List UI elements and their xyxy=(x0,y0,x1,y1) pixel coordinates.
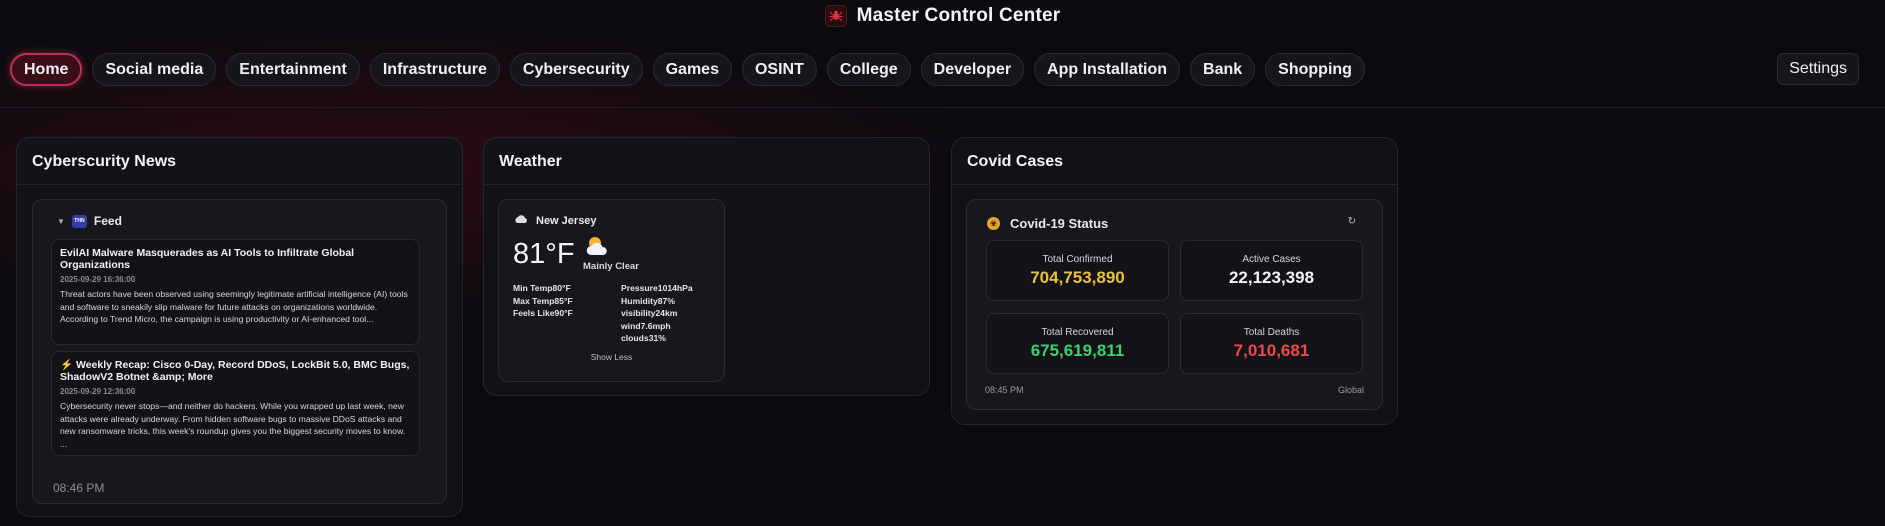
nav-item-app-installation[interactable]: App Installation xyxy=(1034,53,1181,86)
nav-item-infrastructure[interactable]: Infrastructure xyxy=(369,53,500,86)
current-temperature: 81°F xyxy=(513,238,575,270)
feed-logo-icon: THN xyxy=(71,214,87,228)
show-less-button[interactable]: Show Less xyxy=(499,352,724,362)
caret-down-icon[interactable]: ▼ xyxy=(57,217,65,226)
stat-value: 704,753,890 xyxy=(1030,268,1125,287)
weather-details-left: Min Temp80°F Max Temp85°F Feels Like90°F xyxy=(513,282,573,320)
lightning-icon: ⚡ xyxy=(60,359,74,371)
weather-location: New Jersey xyxy=(514,214,597,227)
article-date: 2025-09-29 16:36:00 xyxy=(60,275,136,284)
article-description: Threat actors have been observed using s… xyxy=(60,289,408,325)
feels-like: Feels Like90°F xyxy=(513,308,573,319)
news-article[interactable]: EvilAI Malware Masquerades as AI Tools t… xyxy=(51,239,420,345)
stat-label: Active Cases xyxy=(1242,254,1301,265)
cloud-icon xyxy=(514,214,528,227)
nav-item-college[interactable]: College xyxy=(826,53,911,86)
article-description: Cybersecurity never stops—and neither do… xyxy=(60,401,406,449)
news-article[interactable]: ⚡ Weekly Recap: Cisco 0-Day, Record DDoS… xyxy=(51,351,420,456)
covid-card: Covid Cases ☣ Covid-19 Status ↻ Total Co… xyxy=(951,137,1398,425)
nav-item-cybersecurity[interactable]: Cybersecurity xyxy=(509,53,643,86)
biohazard-icon: ☣ xyxy=(987,217,1000,230)
nav-item-developer[interactable]: Developer xyxy=(920,53,1025,86)
news-card: Cyberscurity News ▼ THN Feed EvilAI Malw… xyxy=(16,137,463,517)
weather-card-title: Weather xyxy=(484,138,929,185)
app-title: Master Control Center xyxy=(856,5,1061,26)
settings-button[interactable]: Settings xyxy=(1777,53,1859,85)
stat-label: Total Confirmed xyxy=(1042,254,1113,265)
stat-value: 675,619,811 xyxy=(1030,341,1125,360)
spider-icon xyxy=(824,5,847,27)
nav-item-shopping[interactable]: Shopping xyxy=(1265,53,1365,86)
weather-details-right: Pressure1014hPa Humidity87% visibility24… xyxy=(621,282,693,345)
max-temp: Max Temp85°F xyxy=(513,295,573,306)
news-timestamp: 08:46 PM xyxy=(53,481,105,495)
weather-card: Weather New Jersey 81°F Mainly Clear Min… xyxy=(483,137,930,396)
nav-item-home[interactable]: Home xyxy=(10,53,83,86)
feed-header[interactable]: ▼ THN Feed xyxy=(33,200,446,228)
wind: wind7.6mph xyxy=(621,320,671,331)
stat-total-deaths: Total Deaths 7,010,681 xyxy=(1180,313,1363,374)
top-bar: Master Control Center Home Social media … xyxy=(0,0,1885,108)
stat-label: Total Recovered xyxy=(1041,327,1114,338)
covid-scope: Global xyxy=(1337,385,1364,395)
article-title[interactable]: EvilAI Malware Masquerades as AI Tools t… xyxy=(60,247,411,271)
main-nav: Home Social media Entertainment Infrastr… xyxy=(10,53,1365,86)
visibility: visibility24km xyxy=(621,308,678,319)
article-date: 2025-09-29 12:36:00 xyxy=(60,387,136,396)
pressure: Pressure1014hPa xyxy=(621,283,693,293)
covid-status-header: ☣ Covid-19 Status xyxy=(987,216,1108,231)
covid-panel: ☣ Covid-19 Status ↻ Total Confirmed 704,… xyxy=(966,199,1383,410)
stat-label: Total Deaths xyxy=(1243,327,1300,338)
stat-value: 22,123,398 xyxy=(1228,268,1315,287)
stat-total-recovered: Total Recovered 675,619,811 xyxy=(986,313,1169,374)
nav-item-entertainment[interactable]: Entertainment xyxy=(226,53,360,86)
weather-condition: Mainly Clear xyxy=(583,261,639,272)
stat-value: 7,010,681 xyxy=(1233,341,1310,360)
location-label: New Jersey xyxy=(536,214,597,227)
news-feed-panel: ▼ THN Feed EvilAI Malware Masquerades as… xyxy=(32,199,447,504)
nav-item-bank[interactable]: Bank xyxy=(1190,53,1256,86)
nav-item-social-media[interactable]: Social media xyxy=(92,53,217,86)
feed-label: Feed xyxy=(93,214,122,228)
covid-status-title: Covid-19 Status xyxy=(1010,216,1109,231)
nav-item-osint[interactable]: OSINT xyxy=(741,53,817,86)
covid-card-title: Covid Cases xyxy=(952,138,1397,185)
humidity: Humidity87% xyxy=(621,295,675,306)
article-title[interactable]: ⚡ Weekly Recap: Cisco 0-Day, Record DDoS… xyxy=(60,359,411,383)
title-row: Master Control Center xyxy=(0,5,1885,27)
stat-active-cases: Active Cases 22,123,398 xyxy=(1180,240,1363,301)
nav-item-games[interactable]: Games xyxy=(652,53,732,86)
stat-total-confirmed: Total Confirmed 704,753,890 xyxy=(986,240,1169,301)
refresh-icon[interactable]: ↻ xyxy=(1348,216,1356,227)
news-card-title: Cyberscurity News xyxy=(17,138,462,185)
weather-panel: New Jersey 81°F Mainly Clear Min Temp80°… xyxy=(498,199,725,382)
partly-sunny-icon xyxy=(583,234,611,258)
min-temp: Min Temp80°F xyxy=(513,283,571,293)
covid-timestamp: 08:45 PM xyxy=(985,385,1024,395)
clouds: clouds31% xyxy=(621,333,666,344)
